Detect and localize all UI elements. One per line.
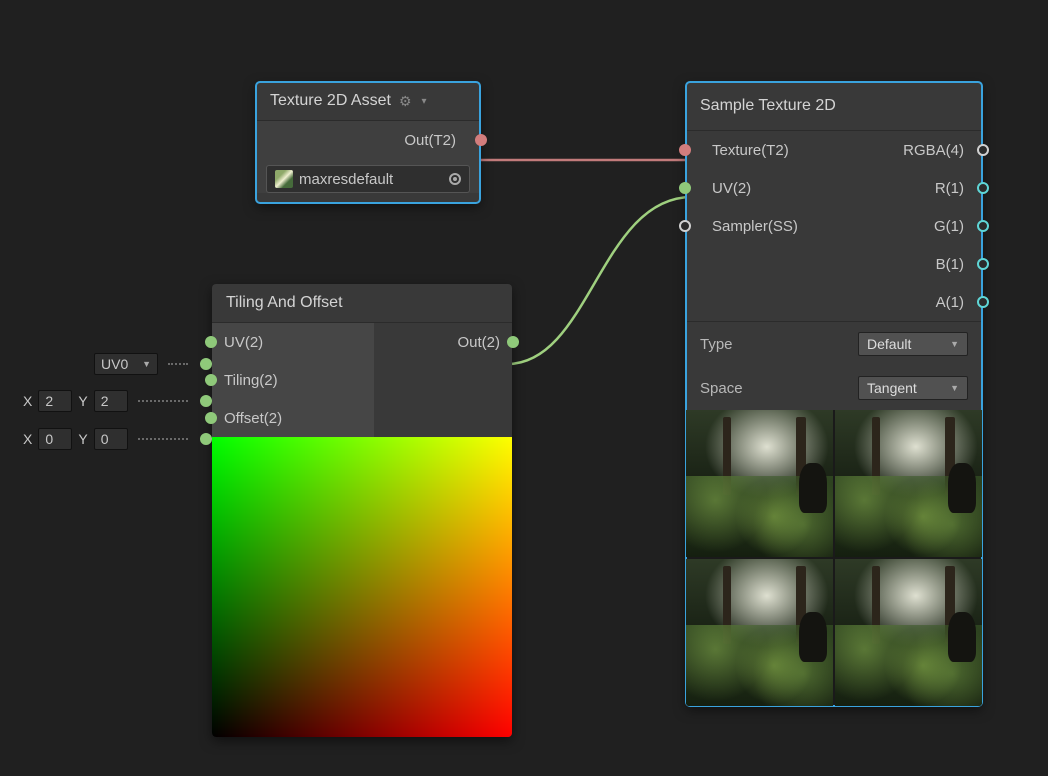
chevron-down-icon[interactable]: ▾ (422, 96, 427, 107)
output-port-a[interactable] (977, 296, 989, 308)
node-sample-texture-2d[interactable]: Sample Texture 2D Texture(T2) UV(2) Samp… (686, 82, 982, 706)
axis-label-x: X (23, 393, 32, 409)
port-label-a: A(1) (936, 294, 964, 311)
input-port-sampler[interactable] (679, 220, 691, 232)
uv-channel-value: UV0 (101, 356, 128, 372)
node-title: Tiling And Offset (226, 294, 343, 312)
port-label-rgba: RGBA(4) (903, 142, 964, 159)
output-port-r[interactable] (977, 182, 989, 194)
ext-tiling-xy: X Y (23, 388, 212, 414)
input-port-uv[interactable] (679, 182, 691, 194)
node-header[interactable]: Tiling And Offset (212, 284, 512, 323)
port-label-sampler: Sampler(SS) (712, 218, 798, 235)
node-title: Sample Texture 2D (700, 97, 836, 115)
texture-asset-name: maxresdefault (299, 171, 393, 188)
port-label-uv: UV(2) (712, 180, 751, 197)
port-label-out: Out(2) (457, 334, 500, 351)
axis-label-y: Y (78, 393, 87, 409)
texture-thumb-icon (275, 170, 293, 188)
offset-y-input[interactable] (94, 428, 128, 450)
node-title: Texture 2D Asset (270, 92, 391, 110)
connector-dash (138, 438, 188, 440)
ext-port[interactable] (200, 433, 212, 445)
output-port-texture[interactable] (475, 134, 487, 146)
offset-x-input[interactable] (38, 428, 72, 450)
port-label-offset: Offset(2) (224, 410, 282, 427)
port-label-b: B(1) (936, 256, 964, 273)
node-preview-gradient (212, 437, 512, 737)
output-port-out[interactable] (507, 336, 519, 348)
port-label-out: Out(T2) (404, 132, 456, 149)
node-tiling-and-offset[interactable]: Tiling And Offset UV(2) Out(2) Tiling(2)… (212, 284, 512, 737)
port-label-g: G(1) (934, 218, 964, 235)
port-label-uv: UV(2) (224, 334, 263, 351)
gear-icon[interactable]: ⚙ (399, 93, 412, 110)
axis-label-x: X (23, 431, 32, 447)
node-preview-sample (686, 410, 982, 706)
node-header[interactable]: Sample Texture 2D (686, 82, 982, 131)
tiling-y-input[interactable] (94, 390, 128, 412)
space-dropdown[interactable]: Tangent ▼ (858, 376, 968, 400)
type-dropdown[interactable]: Default ▼ (858, 332, 968, 356)
object-picker-icon[interactable] (449, 173, 461, 185)
ext-uv-channel: UV0 ▼ (94, 351, 212, 377)
port-label-r: R(1) (935, 180, 964, 197)
node-texture-2d-asset[interactable]: Texture 2D Asset ⚙ ▾ Out(T2) maxresdefau… (256, 82, 480, 203)
type-dropdown-value: Default (867, 336, 911, 352)
input-port-texture[interactable] (679, 144, 691, 156)
uv-channel-dropdown[interactable]: UV0 ▼ (94, 353, 158, 375)
port-label-tiling: Tiling(2) (224, 372, 278, 389)
tiling-x-input[interactable] (38, 390, 72, 412)
space-dropdown-value: Tangent (867, 380, 917, 396)
chevron-down-icon: ▼ (950, 339, 959, 349)
axis-label-y: Y (78, 431, 87, 447)
port-label-texture: Texture(T2) (712, 142, 789, 159)
output-port-rgba[interactable] (977, 144, 989, 156)
texture-asset-field[interactable]: maxresdefault (266, 165, 470, 193)
input-port-uv[interactable] (205, 336, 217, 348)
output-port-g[interactable] (977, 220, 989, 232)
node-header[interactable]: Texture 2D Asset ⚙ ▾ (256, 82, 480, 121)
ext-port[interactable] (200, 358, 212, 370)
ext-port[interactable] (200, 395, 212, 407)
connector-dash (168, 363, 188, 365)
prop-label-space: Space (700, 380, 858, 397)
output-port-b[interactable] (977, 258, 989, 270)
ext-offset-xy: X Y (23, 426, 212, 452)
connector-dash (138, 400, 188, 402)
chevron-down-icon: ▼ (950, 383, 959, 393)
chevron-down-icon: ▼ (142, 359, 151, 369)
prop-label-type: Type (700, 336, 858, 353)
